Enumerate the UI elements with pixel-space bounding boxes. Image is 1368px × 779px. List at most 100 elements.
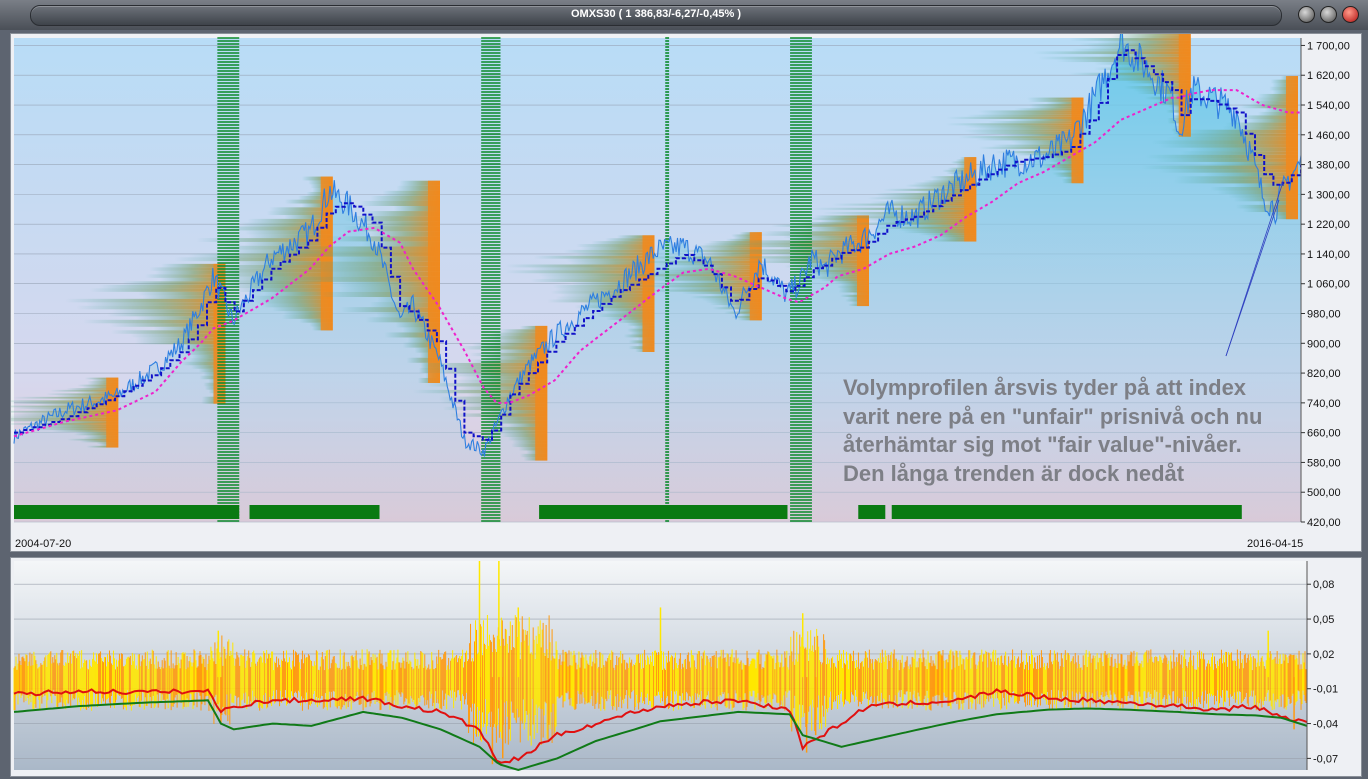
close-button[interactable]: [1342, 6, 1359, 23]
volume-profile-bar: [1171, 133, 1298, 137]
y-tick-label: 500,00: [1307, 487, 1341, 499]
volume-profile-bar: [461, 403, 548, 407]
volume-profile-bar: [1158, 169, 1298, 173]
volume-profile-bar: [135, 316, 226, 320]
volume-profile-bar: [134, 340, 226, 345]
volume-profile-bar: [33, 428, 119, 431]
y-tick-label: 660,00: [1307, 428, 1341, 440]
vol-y-tick-label: -0,01: [1313, 684, 1338, 696]
y-tick-label: 420,00: [1307, 517, 1341, 529]
volume-profile-bar: [299, 246, 440, 252]
volume-profile-bar: [1141, 165, 1298, 170]
volume-profile-bar: [83, 319, 226, 324]
signal-bar: [14, 505, 240, 519]
volume-profile-bar: [677, 258, 762, 261]
volume-profile-bar: [1153, 158, 1298, 162]
volume-profile-bar: [1151, 140, 1298, 145]
x-end-label: 2016-04-15: [1247, 538, 1304, 550]
volume-profile-spine: [1286, 76, 1298, 220]
volume-profile-bar: [110, 330, 226, 334]
y-tick-label: 1 700,00: [1307, 40, 1350, 52]
vol-y-tick-label: -0,04: [1313, 719, 1338, 731]
volume-profile-bar: [978, 146, 1084, 149]
volume-profile-bar: [320, 291, 440, 298]
volume-profile-bar: [756, 233, 869, 236]
volume-profile-bar: [1097, 40, 1191, 44]
volume-profile-bar: [873, 226, 977, 229]
volume-profile-bar: [945, 123, 1084, 126]
y-tick-label: 1 300,00: [1307, 189, 1350, 201]
window-title: OMXS30 ( 1 386,83/-6,27/-0,45% ): [571, 8, 741, 20]
y-tick-label: 1 620,00: [1307, 70, 1350, 82]
volume-profile-bar: [64, 298, 226, 303]
volume-profile-bar: [555, 287, 655, 291]
volume-profile-bar: [454, 379, 548, 384]
vol-y-tick-label: 0,02: [1313, 649, 1334, 661]
volume-profile-bar: [1068, 72, 1191, 76]
volume-profile-bar: [963, 129, 1084, 132]
maximize-button[interactable]: [1320, 6, 1337, 23]
volume-profile-bar: [245, 230, 333, 235]
volume-profile-spine: [857, 215, 869, 307]
y-tick-label: 1 060,00: [1307, 279, 1350, 291]
volume-profile-bar: [130, 333, 226, 338]
volume-profile-bar: [134, 337, 226, 341]
volume-profile-bar: [822, 211, 977, 215]
volume-profile-bar: [298, 266, 440, 272]
volume-profile-bar: [775, 253, 869, 257]
volume-profile-bar: [1002, 133, 1084, 137]
volume-profile-bar: [867, 197, 977, 200]
title-pill[interactable]: OMXS30 ( 1 386,83/-6,27/-0,45% ): [30, 5, 1282, 26]
volume-profile-bar: [1158, 144, 1298, 148]
volume-profile-bar: [1173, 179, 1298, 184]
signal-bar: [249, 505, 380, 519]
volatility-chart[interactable]: -0,07 -0,04 -0,01 0,02 0,05 0,08: [11, 558, 1361, 776]
volume-profile-bar: [458, 386, 548, 390]
volume-profile-bar: [174, 257, 333, 262]
signal-bar: [539, 505, 788, 519]
volume-profile-bar: [283, 251, 440, 257]
volume-profile-bar: [675, 265, 762, 268]
volume-profile-bar: [647, 269, 762, 272]
volume-profile-bar: [679, 280, 762, 283]
y-tick-label: 740,00: [1307, 398, 1341, 410]
volume-profile-bar: [541, 276, 655, 280]
volume-profile-bar: [460, 346, 548, 350]
y-tick-label: 1 540,00: [1307, 100, 1350, 112]
volume-profile-bar: [1098, 54, 1191, 57]
volume-profile-bar: [11, 416, 119, 418]
minimize-button[interactable]: [1298, 6, 1315, 23]
volume-profile-bar: [111, 309, 226, 313]
y-tick-label: 1 140,00: [1307, 249, 1350, 261]
volume-profile-bar: [963, 125, 1084, 128]
volume-profile-bar: [571, 281, 655, 285]
volume-profile-bar: [642, 278, 762, 281]
volume-profile-bar: [308, 271, 440, 277]
volume-profile-bar: [946, 116, 1084, 119]
title-bar: OMXS30 ( 1 386,83/-6,27/-0,45% ): [0, 0, 1368, 30]
chart-annotation: Volymprofilen årsvis tyder på att index …: [843, 375, 1263, 486]
volume-profile-bar: [966, 114, 1084, 117]
volume-profile-bar: [533, 255, 655, 259]
x-start-label: 2004-07-20: [15, 538, 72, 550]
vol-y-tick-label: 0,08: [1313, 579, 1334, 591]
volume-profile-bar: [460, 376, 548, 380]
y-tick-label: 900,00: [1307, 338, 1341, 350]
volume-profile-bar: [1033, 51, 1191, 55]
volume-profile-bar: [887, 199, 977, 202]
volume-profile-bar: [86, 302, 226, 306]
volume-profile-bar: [1179, 151, 1298, 155]
volume-profile-bar: [357, 221, 440, 227]
volume-profile-bar: [1166, 136, 1298, 141]
volume-profile-bar: [13, 407, 119, 410]
volume-profile-bar: [1096, 78, 1191, 81]
volume-profile-bar: [1217, 190, 1298, 195]
volume-profile-bar: [11, 414, 119, 417]
volatility-chart-panel[interactable]: -0,07 -0,04 -0,01 0,02 0,05 0,08: [10, 557, 1362, 777]
volume-profile-bar: [831, 203, 977, 206]
volume-profile-bar: [344, 216, 440, 222]
volume-profile-bar: [340, 307, 440, 313]
volume-profile-bar: [466, 393, 548, 397]
volume-profile-bar: [236, 288, 333, 292]
volume-profile-bar: [11, 400, 119, 403]
